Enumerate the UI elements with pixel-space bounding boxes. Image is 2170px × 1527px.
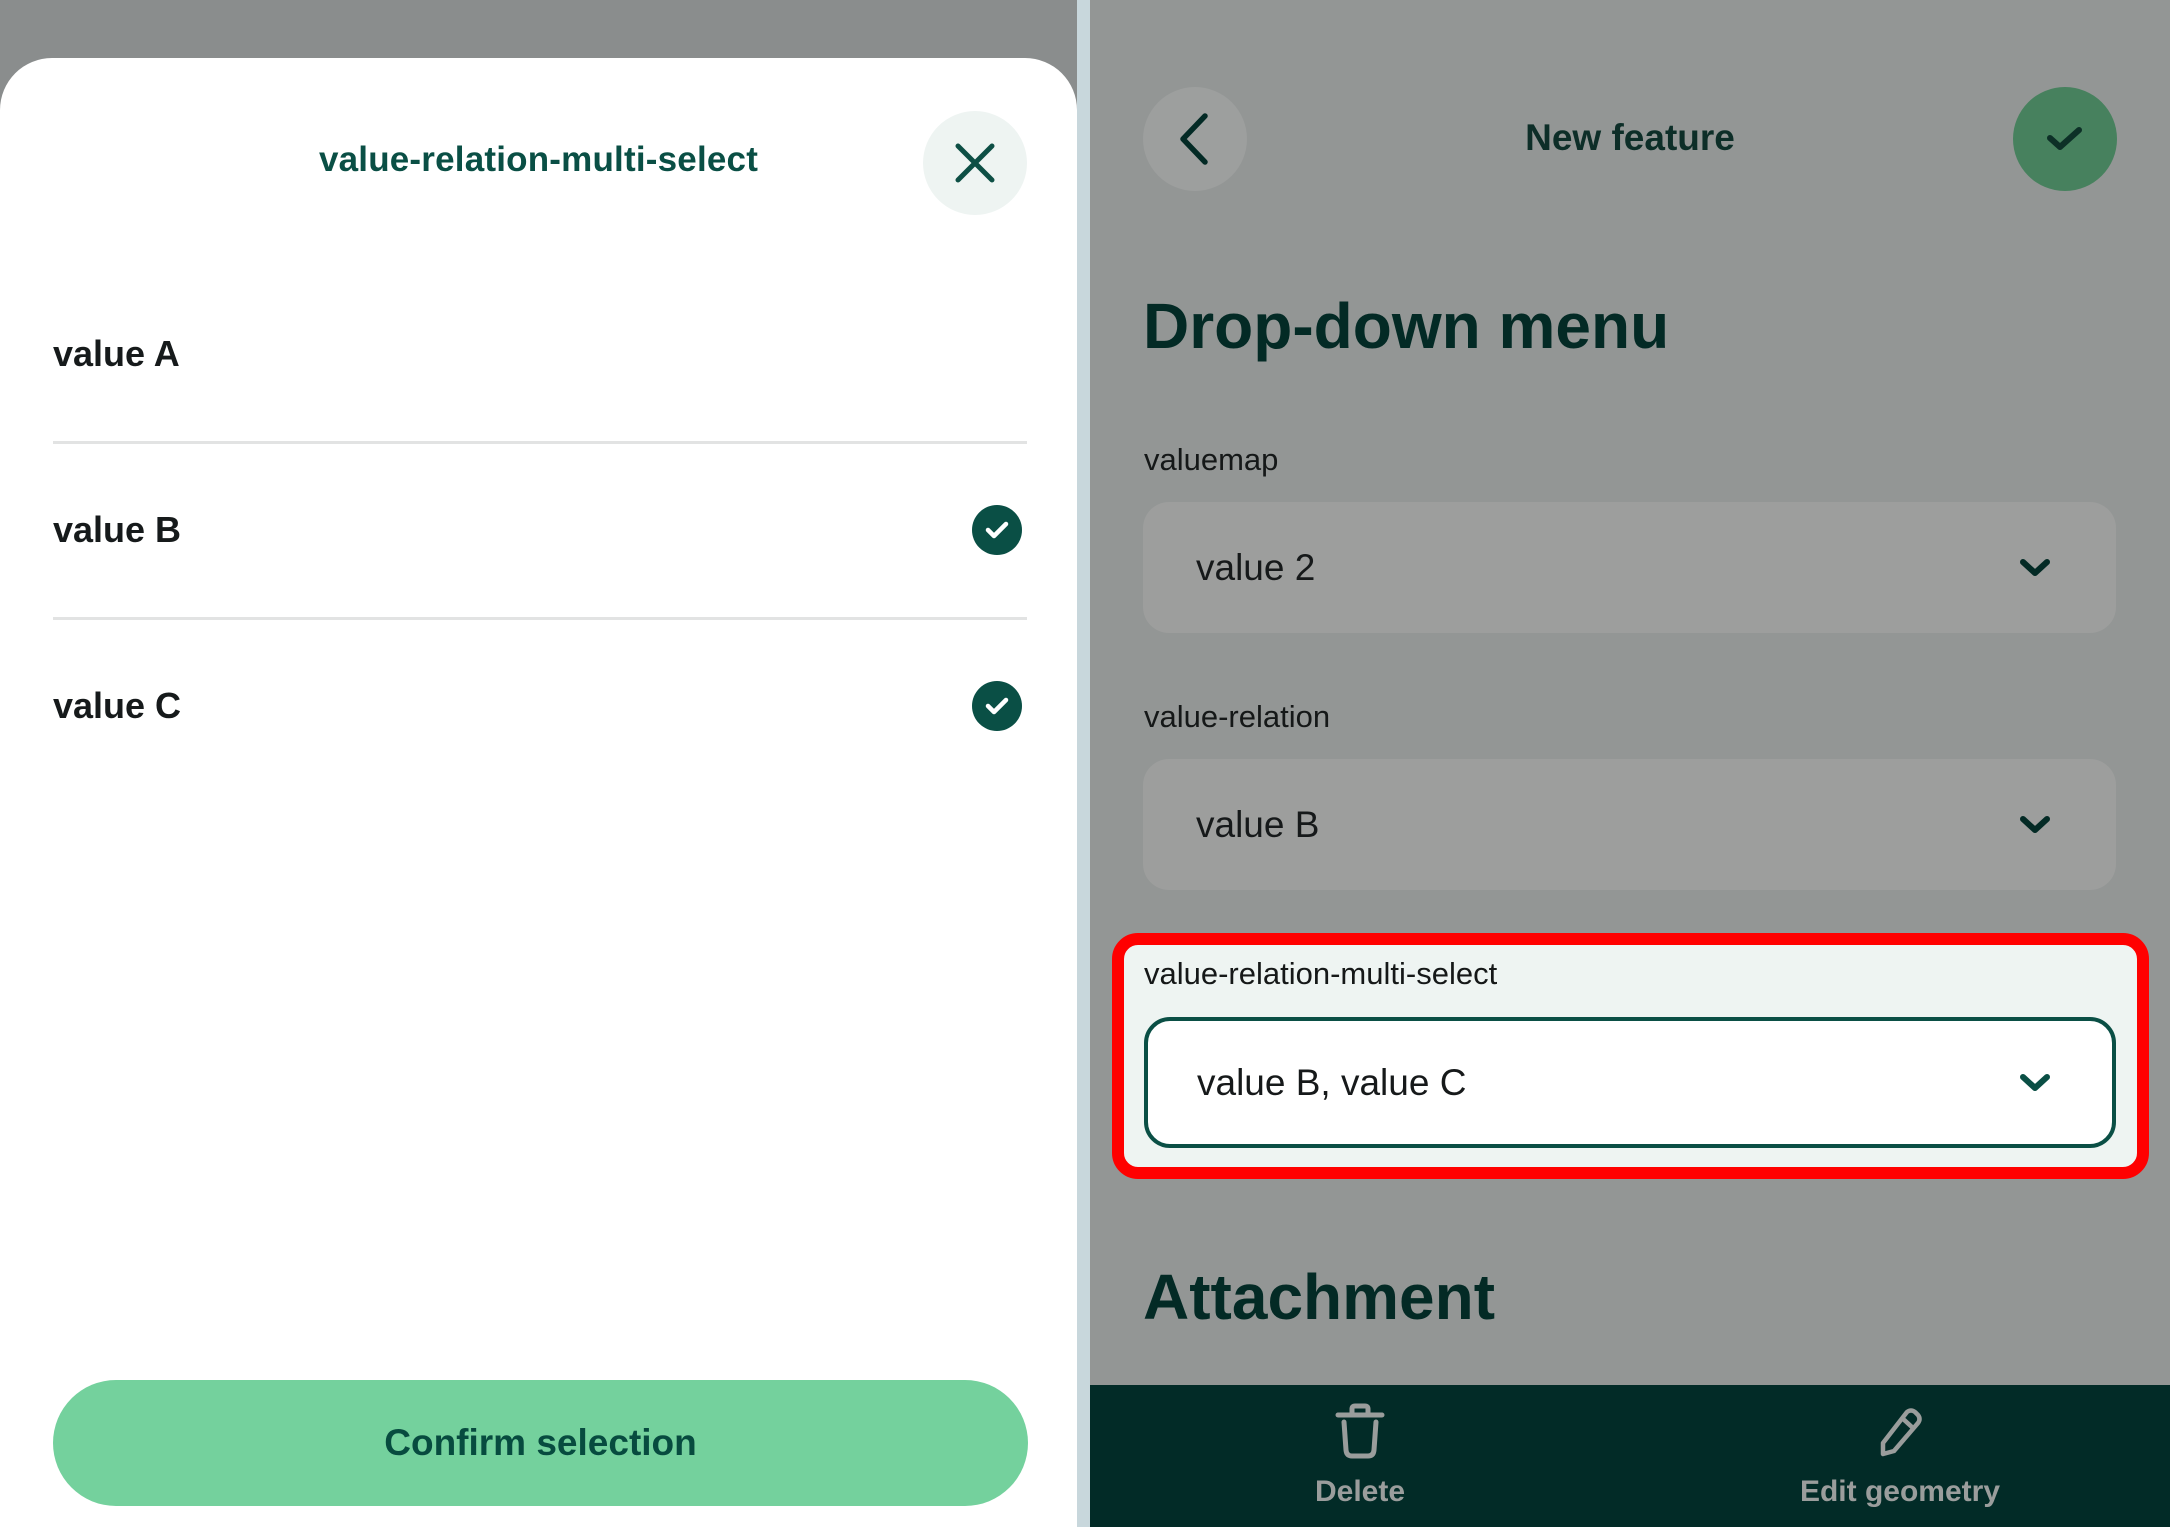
confirm-selection-button[interactable]: Confirm selection xyxy=(53,1380,1028,1506)
option-label: value A xyxy=(53,333,180,374)
chevron-down-icon xyxy=(2020,1073,2050,1091)
field-label-valuemap: valuemap xyxy=(1144,442,1279,477)
chevron-down-icon xyxy=(2020,815,2050,833)
section-heading-attachment: Attachment xyxy=(1143,1261,1496,1333)
trash-icon xyxy=(1335,1403,1385,1459)
option-value-c[interactable]: value C xyxy=(53,618,1027,794)
pencil-icon xyxy=(1880,1408,1922,1457)
section-heading-dropdown: Drop-down menu xyxy=(1143,290,1670,362)
option-label: value C xyxy=(53,685,182,726)
option-label: value B xyxy=(53,509,182,550)
close-button[interactable] xyxy=(923,111,1027,215)
back-button[interactable] xyxy=(1143,87,1247,191)
check-circle-icon xyxy=(972,681,1022,731)
delete-button[interactable]: Delete xyxy=(1210,1385,1510,1527)
check-circle-icon xyxy=(972,505,1022,555)
field-label-value-relation-multi-select: value-relation-multi-select xyxy=(1144,956,1498,991)
chevron-down-icon xyxy=(2020,558,2050,576)
option-value-a[interactable]: value A xyxy=(53,266,1027,442)
delete-label: Delete xyxy=(1314,1475,1406,1508)
dropdown-value: value B xyxy=(1196,803,1320,845)
edit-geometry-label: Edit geometry xyxy=(1799,1475,2001,1508)
page-title: New feature xyxy=(1525,117,1735,158)
dropdown-value: value B, value C xyxy=(1197,1061,1467,1103)
split-divider xyxy=(1077,0,1090,1527)
check-icon xyxy=(2047,127,2082,150)
value-relation-dropdown[interactable]: value B xyxy=(1143,759,2116,890)
chevron-left-icon xyxy=(1180,113,1208,165)
sheet-title: value-relation-multi-select xyxy=(318,140,759,179)
edit-geometry-button[interactable]: Edit geometry xyxy=(1750,1385,2050,1527)
valuemap-dropdown[interactable]: value 2 xyxy=(1143,502,2116,633)
value-relation-multi-select-dropdown[interactable]: value B, value C xyxy=(1144,1017,2116,1148)
close-icon xyxy=(955,143,995,183)
save-button[interactable] xyxy=(2013,87,2117,191)
field-label-value-relation: value-relation xyxy=(1144,699,1331,734)
option-value-b[interactable]: value B xyxy=(53,442,1027,618)
dropdown-value: value 2 xyxy=(1196,546,1316,588)
